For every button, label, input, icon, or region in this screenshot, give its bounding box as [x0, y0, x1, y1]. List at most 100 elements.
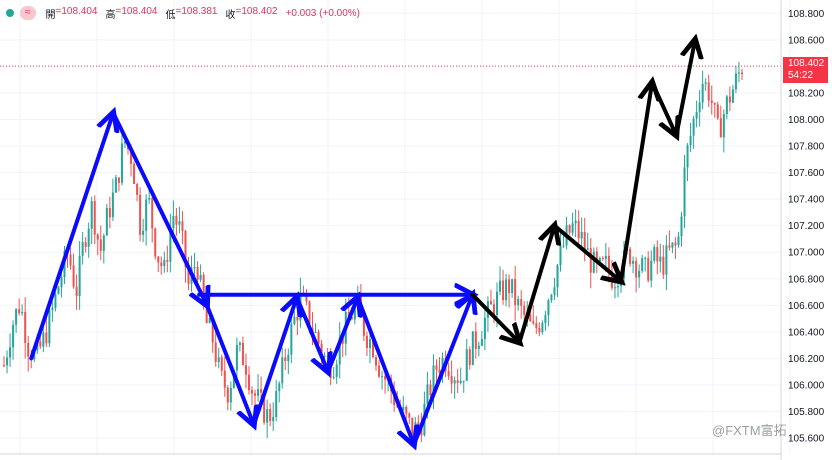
y-tick-label: 105.600 — [788, 434, 825, 445]
candle-body — [713, 102, 716, 105]
candle-body — [499, 280, 502, 292]
change-value: +0.003 (+0.00%) — [285, 7, 361, 19]
candle-body — [181, 221, 184, 232]
candle-body — [290, 324, 293, 355]
y-tick-label: 106.000 — [788, 380, 825, 391]
candle-body — [178, 221, 181, 225]
candle-body — [332, 376, 335, 378]
candle-body — [583, 231, 586, 250]
candle-body — [317, 331, 320, 344]
annotation-arrow-black[interactable] — [470, 292, 520, 343]
y-tick-label: 107.200 — [788, 221, 825, 232]
candle-body — [731, 89, 734, 103]
candle-body — [241, 342, 244, 366]
candle-body — [659, 256, 662, 262]
candle-body — [136, 184, 139, 195]
last-price-value: 108.402 — [788, 58, 825, 70]
candle-body — [335, 364, 338, 377]
candle-body — [465, 349, 468, 381]
candle-body — [553, 287, 556, 295]
chart-canvas[interactable]: 108.800 108.600 108.200 108.000 107.800 107.6… — [0, 0, 832, 460]
candle-body — [447, 371, 450, 377]
candle-body — [48, 309, 51, 344]
candle-body — [459, 380, 462, 383]
candle-body — [544, 315, 547, 324]
candle-body — [247, 374, 251, 391]
candle-body — [365, 335, 368, 349]
candle-body — [284, 357, 287, 362]
candle-body — [453, 380, 456, 384]
open-label: 開 — [45, 9, 56, 21]
candle-body — [214, 342, 217, 362]
y-tick-label: 108.000 — [788, 115, 825, 126]
candle-body — [72, 265, 75, 287]
y-tick-label: 106.600 — [788, 301, 825, 312]
candle-body — [653, 247, 656, 261]
candle-body — [117, 177, 120, 183]
candle-body — [323, 355, 326, 357]
candle-body — [378, 365, 381, 377]
candle-body — [260, 389, 263, 393]
candle-body — [716, 104, 719, 119]
candle-body — [613, 287, 616, 289]
candle-body — [18, 309, 21, 313]
candle-body — [532, 321, 535, 324]
candle-body — [538, 327, 541, 333]
candle-body — [604, 255, 607, 260]
candle-body — [647, 257, 650, 281]
close-label: 收 — [225, 9, 236, 21]
candle-body — [462, 380, 465, 382]
candle-body — [589, 248, 592, 273]
annotation-arrow-black[interactable] — [618, 82, 652, 284]
candle-body — [272, 417, 275, 422]
candle-body — [680, 216, 683, 237]
low-value: =108.381 — [175, 5, 218, 17]
candle-body — [381, 375, 384, 377]
y-tick-label: 105.800 — [788, 407, 825, 418]
candle-body — [740, 72, 743, 75]
candle-body — [483, 317, 486, 339]
candle-body — [151, 198, 154, 229]
candle-body — [157, 256, 160, 263]
candle-body — [435, 365, 438, 370]
annotation-arrow-blue[interactable] — [326, 297, 358, 374]
annotations — [29, 40, 695, 447]
candle-body — [586, 248, 589, 250]
candle-body — [728, 96, 731, 103]
candle-body — [601, 258, 604, 260]
candle-body — [166, 259, 169, 262]
candle-body — [417, 422, 420, 426]
annotation-arrow-black[interactable] — [650, 80, 676, 135]
candle-body — [21, 312, 24, 314]
wave-icon-pill[interactable]: ≈ — [20, 6, 36, 20]
candle-body — [39, 341, 42, 347]
candle-body — [9, 347, 12, 358]
candle-body — [142, 230, 145, 235]
candle-body — [81, 242, 84, 256]
candle-body — [296, 316, 299, 321]
candle-body — [450, 376, 453, 384]
annotation-arrow-blue[interactable] — [111, 110, 207, 305]
candle-body — [3, 365, 6, 367]
candle-body — [668, 245, 671, 248]
candle-body — [677, 236, 680, 246]
candle-body — [719, 118, 722, 138]
candle-body — [480, 338, 483, 346]
candle-body — [616, 286, 619, 288]
annotation-arrow-black[interactable] — [674, 40, 695, 138]
candle-body — [562, 245, 565, 247]
y-tick-label: 108.800 — [788, 9, 825, 20]
y-tick-label: 106.400 — [788, 327, 825, 338]
candle-body — [692, 118, 695, 136]
annotation-arrow-blue[interactable] — [411, 295, 473, 447]
candle-body — [12, 324, 15, 348]
candle-body — [514, 279, 517, 306]
candle-body — [701, 83, 704, 103]
candle-body — [78, 255, 81, 297]
annotation-arrow-blue[interactable] — [294, 295, 328, 371]
candle-body — [57, 287, 60, 294]
candle-body — [674, 242, 677, 246]
y-tick-label: 106.800 — [788, 274, 825, 285]
close-item: 收 =108.402 — [226, 6, 278, 21]
candle-body — [99, 239, 102, 251]
